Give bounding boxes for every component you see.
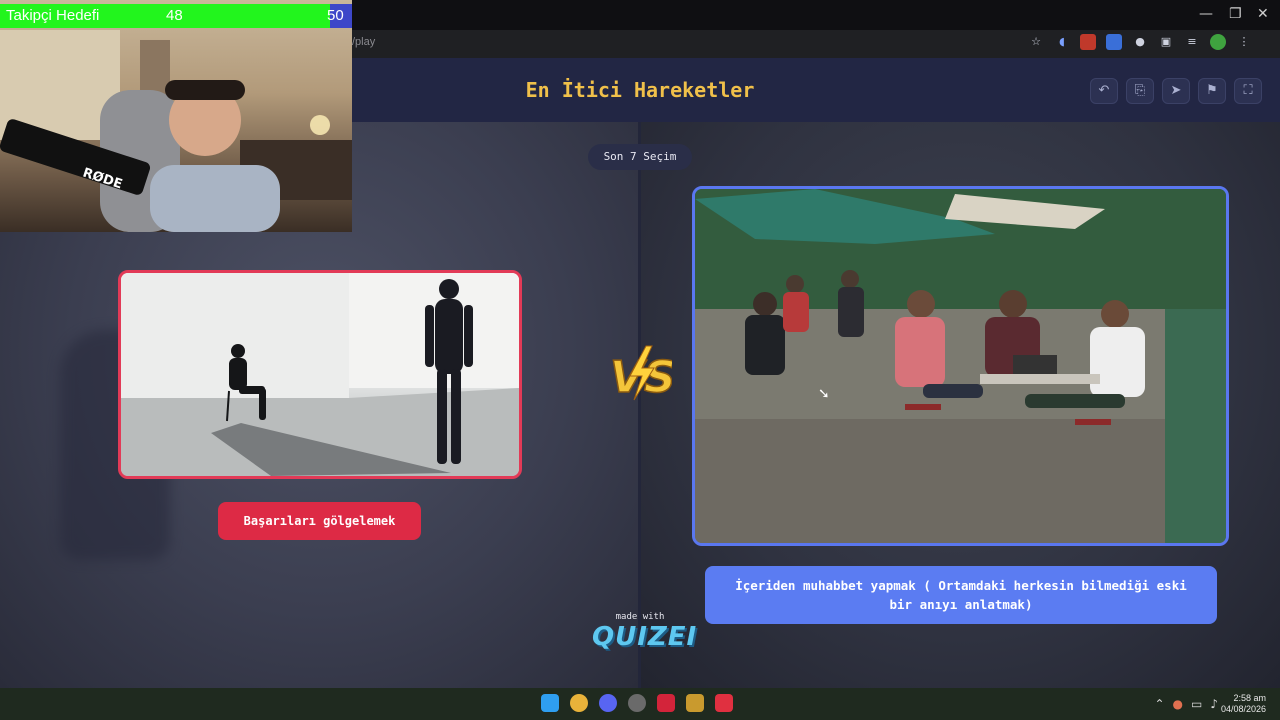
microphone-icon[interactable]: ● — [1173, 697, 1183, 711]
windows-start-icon[interactable] — [541, 694, 559, 712]
extension-icon[interactable] — [1106, 34, 1122, 50]
profile-icon[interactable] — [1210, 34, 1226, 50]
flag-icon: ⚑ — [1206, 83, 1218, 98]
made-with-text: made with — [615, 612, 665, 622]
share-button[interactable]: ⎘ — [1126, 78, 1154, 104]
extension-icon[interactable]: ● — [1132, 34, 1148, 50]
page-title: En İtici Hareketler — [525, 78, 755, 102]
header-actions: ↶ ⎘ ➤ ⚑ ⛶ — [1090, 78, 1262, 104]
media-icon[interactable]: ≡ — [1184, 34, 1200, 50]
right-option-image[interactable] — [692, 186, 1229, 546]
app-icon[interactable] — [715, 694, 733, 712]
volume-icon[interactable]: ♪ — [1210, 697, 1218, 711]
flag-button[interactable]: ⚑ — [1198, 78, 1226, 104]
follower-goal-current: 48 — [166, 7, 183, 24]
app-icon[interactable] — [628, 694, 646, 712]
chevron-up-icon[interactable]: ⌃ — [1154, 697, 1164, 711]
extension-icon[interactable] — [1080, 34, 1096, 50]
share-icon: ⎘ — [1134, 83, 1146, 98]
undo-icon: ↶ — [1098, 83, 1110, 98]
last-choices-badge: Son 7 Seçim — [588, 144, 692, 170]
right-option-picture — [695, 189, 1226, 543]
system-tray: ⌃ ● ▭ ♪ — [1154, 697, 1218, 711]
puzzle-icon[interactable]: ▣ — [1158, 34, 1174, 50]
left-option-label[interactable]: Başarıları gölgelemek — [218, 502, 421, 540]
audio-icon[interactable]: ◖ — [1054, 34, 1070, 50]
chrome-icon[interactable] — [570, 694, 588, 712]
fullscreen-icon: ⛶ — [1243, 83, 1253, 98]
browser-toolbar: ☆ ◖ ● ▣ ≡ ⋮ — [1028, 34, 1252, 50]
left-option-picture — [121, 273, 519, 476]
follower-goal-bar: Takipçi Hedefi 48 50 — [0, 4, 352, 28]
mouse-cursor-icon: ➘ — [818, 386, 830, 402]
left-option-image[interactable] — [118, 270, 522, 479]
follower-goal-title: Takipçi Hedefi — [6, 7, 100, 24]
star-icon[interactable]: ☆ — [1028, 34, 1044, 50]
clock-date: 04/08/2026 — [1220, 704, 1266, 714]
minimize-icon[interactable]: — — [1199, 6, 1213, 22]
follower-goal-target: 50 — [327, 7, 344, 24]
taskbar-clock[interactable]: 2:58 am 04/08/2026 — [1221, 693, 1266, 715]
webcam-overlay: RØDE Takipçi Hedefi 48 50 — [0, 0, 352, 232]
clock-time: 2:58 am — [1233, 693, 1266, 703]
app-icon[interactable] — [686, 694, 704, 712]
network-icon[interactable]: ▭ — [1191, 697, 1202, 711]
undo-button[interactable]: ↶ — [1090, 78, 1118, 104]
stage-divider — [638, 122, 641, 688]
right-option-label[interactable]: İçeriden muhabbet yapmak ( Ortamdaki her… — [705, 566, 1217, 624]
vs-icon: VS — [609, 345, 672, 402]
send-icon: ➤ — [1170, 83, 1182, 98]
menu-icon[interactable]: ⋮ — [1236, 34, 1252, 50]
close-icon[interactable]: ✕ — [1257, 6, 1269, 22]
restore-icon[interactable]: ❐ — [1229, 6, 1242, 22]
app-icon[interactable] — [657, 694, 675, 712]
webcam-picture: RØDE — [0, 30, 352, 232]
discord-icon[interactable] — [599, 694, 617, 712]
brand-logo[interactable]: QUIZEI — [592, 622, 696, 652]
send-button[interactable]: ➤ — [1162, 78, 1190, 104]
taskbar-apps — [541, 694, 733, 712]
url-text[interactable]: /play — [352, 36, 375, 48]
fullscreen-button[interactable]: ⛶ — [1234, 78, 1262, 104]
